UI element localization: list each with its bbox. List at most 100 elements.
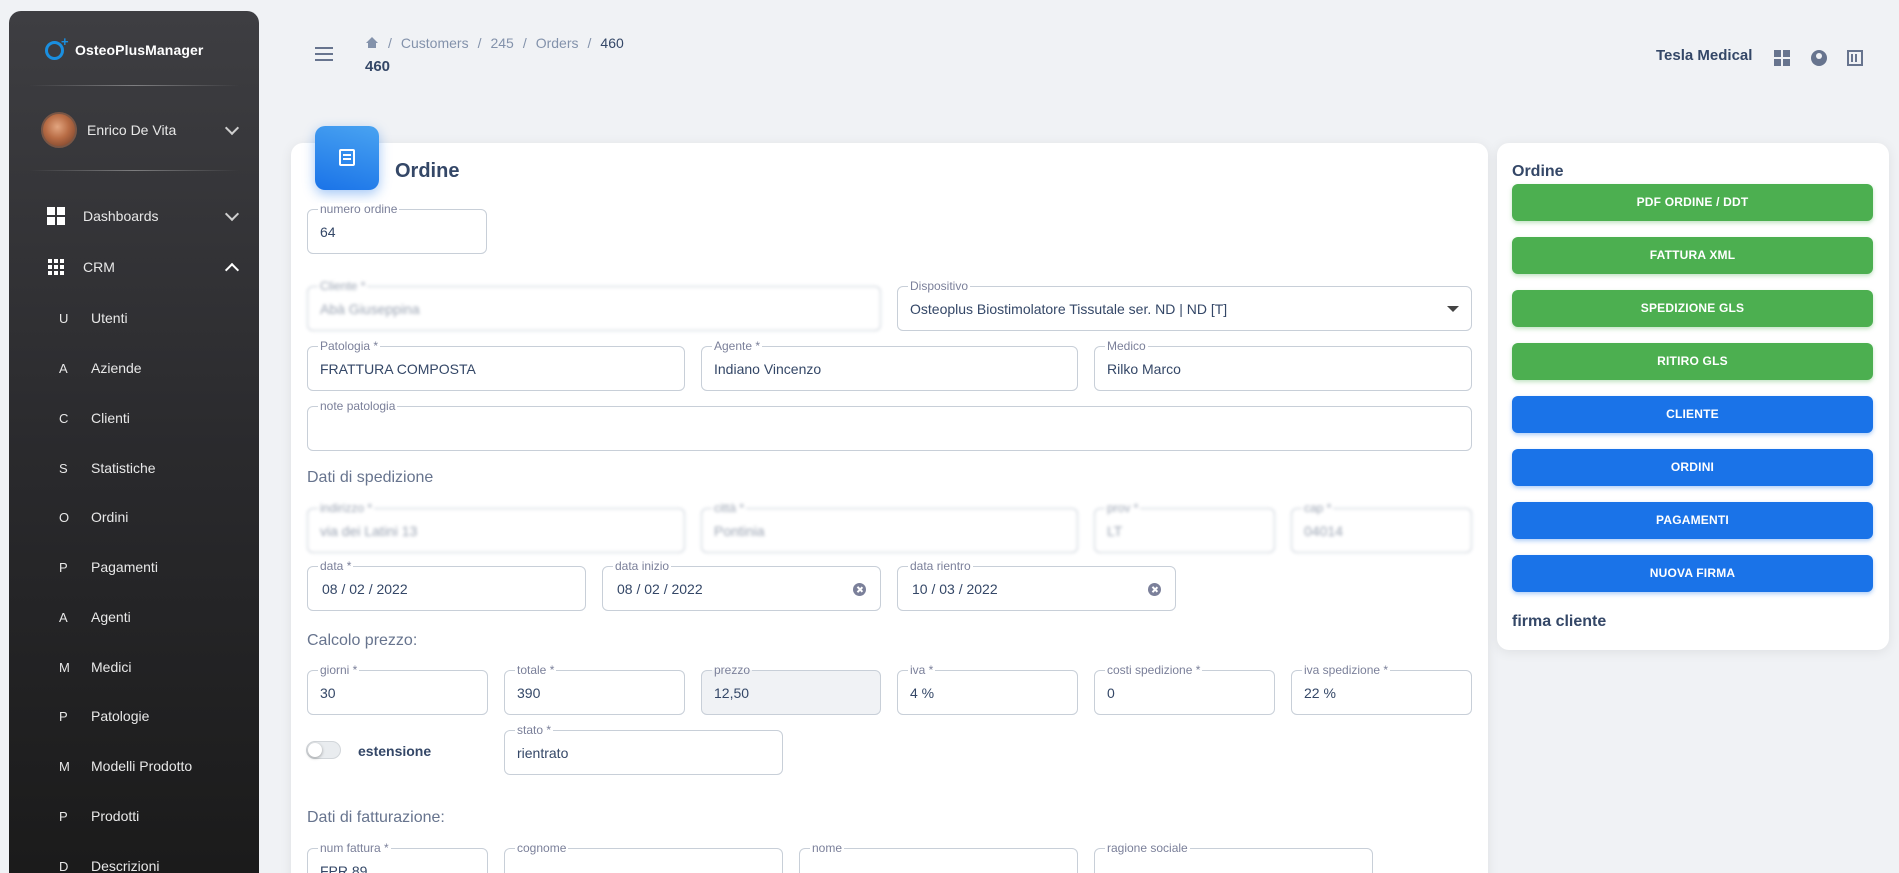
divider <box>29 85 239 86</box>
sidebar-item-medici[interactable]: M Medici <box>59 659 131 675</box>
field-label: cognome <box>515 841 569 855</box>
cognome-field[interactable]: cognome <box>504 842 783 873</box>
nav-dashboards-label: Dashboards <box>83 208 159 224</box>
clear-icon[interactable] <box>1148 583 1161 596</box>
sidebar-item-label: Patologie <box>91 708 150 724</box>
num-fattura-field[interactable]: num fattura * FPR 89 <box>307 842 488 873</box>
sidebar-item-modelli-prodotto[interactable]: M Modelli Prodotto <box>59 758 192 774</box>
sidebar-item-ordini[interactable]: O Ordini <box>59 509 128 525</box>
pdf-ordine-ddt-button[interactable]: PDF ORDINE / DDT <box>1512 184 1873 221</box>
sidebar-item-label: Descrizioni <box>91 858 160 873</box>
field-label: prezzo <box>712 663 753 677</box>
estensione-label: estensione <box>358 743 432 759</box>
stato-field[interactable]: stato * rientrato <box>504 724 783 775</box>
nav-crm-label: CRM <box>83 259 115 275</box>
nav-crm[interactable]: CRM <box>47 258 241 277</box>
sidebar-item-aziende[interactable]: A Aziende <box>59 360 142 376</box>
sidebar-item-label: Medici <box>91 659 132 675</box>
sidebar-item-clienti[interactable]: C Clienti <box>59 410 130 426</box>
field-value: Indiano Vincenzo <box>714 361 822 377</box>
building-icon[interactable] <box>1847 50 1863 66</box>
field-label: data inizio <box>613 559 672 573</box>
order-icon-badge <box>315 126 379 190</box>
field-value: Abà Giuseppina <box>320 301 420 317</box>
field-label: costi spedizione * <box>1105 663 1203 677</box>
patologia-field[interactable]: Patologia * FRATTURA COMPOSTA <box>307 340 685 391</box>
field-value: 04014 <box>1304 523 1343 539</box>
field-value: 4 % <box>910 685 935 701</box>
totale-field[interactable]: totale * 390 <box>504 664 685 715</box>
organization-name: Tesla Medical <box>1656 47 1753 64</box>
sidebar-item-label: Modelli Prodotto <box>91 758 193 774</box>
sidebar-item-descrizioni[interactable]: D Descrizioni <box>59 858 159 873</box>
breadcrumb-current: 460 <box>600 35 624 51</box>
giorni-field[interactable]: giorni * 30 <box>307 664 488 715</box>
menu-toggle-icon[interactable] <box>315 47 333 65</box>
dropdown-arrow-icon <box>1447 306 1459 312</box>
estensione-toggle[interactable] <box>306 741 341 759</box>
sidebar-item-patologie[interactable]: P Patologie <box>59 708 149 724</box>
data-date-field[interactable]: data * 08 / 02 / 2022 <box>307 560 586 611</box>
sidebar-item-pagamenti[interactable]: P Pagamenti <box>59 559 158 575</box>
sidebar-item-label: Utenti <box>91 310 128 326</box>
field-label: città * <box>712 501 747 515</box>
field-label: data rientro <box>908 559 973 573</box>
prov-field[interactable]: prov * LT <box>1094 502 1275 553</box>
indirizzo-field[interactable]: indirizzo * via dei Latini 13 <box>307 502 685 553</box>
nav-letter: C <box>59 410 69 426</box>
citta-field[interactable]: città * Pontinia <box>701 502 1078 553</box>
field-label: stato * <box>515 723 554 737</box>
logo-icon: + <box>43 34 69 63</box>
nav-letter: P <box>59 708 68 724</box>
user-menu[interactable]: Enrico De Vita <box>41 112 241 148</box>
apps-grid-icon <box>47 258 65 276</box>
field-label: data * <box>318 559 354 573</box>
dispositivo-select[interactable]: Dispositivo Osteoplus Biostimolatore Tis… <box>897 280 1472 331</box>
fattura-xml-button[interactable]: FATTURA XML <box>1512 237 1873 274</box>
iva-spedizione-field[interactable]: iva spedizione * 22 % <box>1291 664 1472 715</box>
field-label: Dispositivo <box>908 279 971 293</box>
ragione-sociale-field[interactable]: ragione sociale <box>1094 842 1373 873</box>
iva-field[interactable]: iva * 4 % <box>897 664 1078 715</box>
field-label: totale * <box>515 663 557 677</box>
breadcrumb-orders[interactable]: Orders <box>536 35 579 51</box>
sidebar-item-utenti[interactable]: U Utenti <box>59 310 128 326</box>
cliente-button[interactable]: CLIENTE <box>1512 396 1873 433</box>
ordini-button[interactable]: ORDINI <box>1512 449 1873 486</box>
data-rientro-field[interactable]: data rientro 10 / 03 / 2022 <box>897 560 1176 611</box>
cliente-field[interactable]: Cliente * Abà Giuseppina <box>307 280 881 331</box>
agente-field[interactable]: Agente * Indiano Vincenzo <box>701 340 1078 391</box>
field-value: FRATTURA COMPOSTA <box>320 361 476 377</box>
costi-spedizione-field[interactable]: costi spedizione * 0 <box>1094 664 1275 715</box>
pagamenti-button[interactable]: PAGAMENTI <box>1512 502 1873 539</box>
nav-dashboards[interactable]: Dashboards <box>47 206 241 225</box>
sidebar-item-label: Clienti <box>91 410 130 426</box>
shipping-section-title: Dati di spedizione <box>307 469 434 486</box>
breadcrumb-customers[interactable]: Customers <box>401 35 469 51</box>
data-inizio-field[interactable]: data inizio 08 / 02 / 2022 <box>602 560 881 611</box>
brand[interactable]: + OsteoPlusManager <box>43 34 203 63</box>
account-circle-icon[interactable] <box>1811 50 1827 66</box>
nome-field[interactable]: nome <box>799 842 1078 873</box>
home-icon[interactable] <box>365 37 379 49</box>
note-patologia-field[interactable]: note patologia <box>307 400 1472 451</box>
numero-ordine-field[interactable]: numero ordine 64 <box>307 203 487 254</box>
sidebar-item-prodotti[interactable]: P Prodotti <box>59 808 139 824</box>
dashboard-icon[interactable] <box>1774 50 1790 66</box>
medico-field[interactable]: Medico Rilko Marco <box>1094 340 1472 391</box>
sidebar-item-label: Prodotti <box>91 808 140 824</box>
sidebar-item-agenti[interactable]: A Agenti <box>59 609 131 625</box>
avatar <box>41 112 77 148</box>
clear-icon[interactable] <box>853 583 866 596</box>
spedizione-gls-button[interactable]: SPEDIZIONE GLS <box>1512 290 1873 327</box>
field-label: prov * <box>1105 501 1141 515</box>
sidebar-item-statistiche[interactable]: S Statistiche <box>59 460 156 476</box>
breadcrumb-customer-id[interactable]: 245 <box>490 35 513 51</box>
nuova-firma-button[interactable]: NUOVA FIRMA <box>1512 555 1873 592</box>
breadcrumb-separator: / <box>388 35 392 51</box>
cap-field[interactable]: cap * 04014 <box>1291 502 1472 553</box>
sidebar-item-label: Agenti <box>91 609 131 625</box>
field-value: 08 / 02 / 2022 <box>617 581 703 597</box>
sidebar-item-label: Statistiche <box>91 460 156 476</box>
ritiro-gls-button[interactable]: RITIRO GLS <box>1512 343 1873 380</box>
